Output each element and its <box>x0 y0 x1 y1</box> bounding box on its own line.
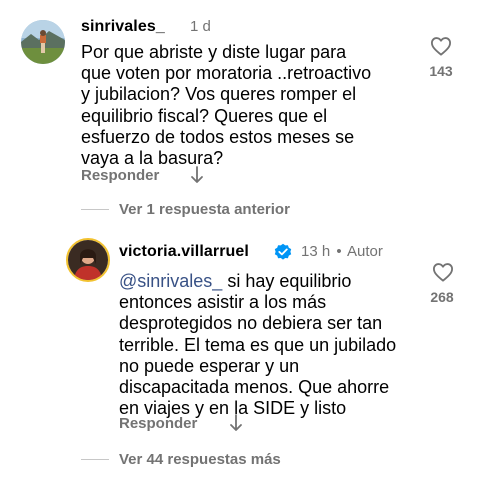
comment-username[interactable]: sinrivales_ <box>81 18 165 36</box>
mention-link[interactable]: @sinrivales_ <box>119 271 222 291</box>
arrow-down-icon[interactable] <box>229 414 243 432</box>
comment-text: Por que abriste y diste lugar para que v… <box>81 42 372 169</box>
comment-text: @sinrivales_ si hay equilibrio entonces … <box>119 271 399 419</box>
comment-body: si hay equilibrio entonces asistir a los… <box>119 271 397 419</box>
reply-button[interactable]: Responder <box>119 415 197 432</box>
heart-icon[interactable] <box>432 262 454 282</box>
divider-line <box>81 459 109 460</box>
reply-button[interactable]: Responder <box>81 167 159 184</box>
avatar-sinrivales[interactable] <box>21 20 65 64</box>
comment-timestamp[interactable]: 1 d <box>190 18 211 35</box>
view-previous-replies-link[interactable]: Ver 1 respuesta anterior <box>119 201 290 218</box>
meta-separator: • <box>336 243 342 260</box>
like-count: 143 <box>429 63 453 79</box>
author-badge: Autor <box>346 243 383 260</box>
heart-icon[interactable] <box>430 36 452 56</box>
view-more-replies-link[interactable]: Ver 44 respuestas más <box>119 451 281 468</box>
like-count: 268 <box>430 289 454 305</box>
divider-line <box>81 209 109 210</box>
comment-meta: 13 h • Autor <box>301 243 383 260</box>
comment-timestamp[interactable]: 13 h <box>301 243 330 260</box>
comment-username[interactable]: victoria.villarruel <box>119 243 249 261</box>
verified-badge-icon <box>274 243 292 266</box>
arrow-down-icon[interactable] <box>190 166 204 184</box>
avatar-victoria-villarruel[interactable] <box>66 238 110 282</box>
